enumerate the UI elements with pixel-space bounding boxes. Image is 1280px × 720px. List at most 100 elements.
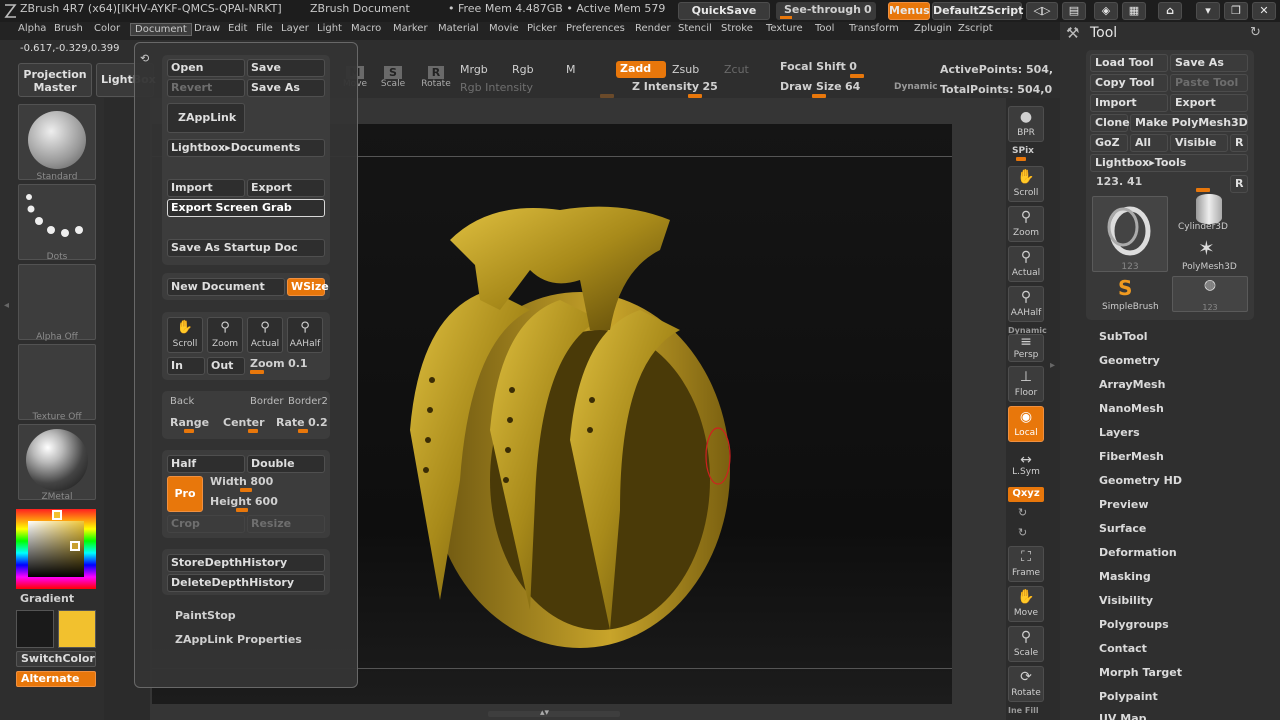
minimize-icon[interactable]: ▾ <box>1196 2 1220 20</box>
height-slider[interactable]: Height 600 <box>210 495 278 508</box>
menu-movie[interactable]: Movie <box>489 23 519 34</box>
lightbox-tools-button[interactable]: Lightbox▸Tools <box>1090 154 1248 172</box>
switchcolor-button[interactable]: SwitchColor <box>16 651 96 667</box>
goz-button[interactable]: GoZ <box>1090 134 1128 152</box>
layers-section[interactable]: Layers <box>1099 426 1140 439</box>
zoom-out-button[interactable]: Out <box>207 357 245 375</box>
double-button[interactable]: Double <box>247 455 325 473</box>
half-button[interactable]: Half <box>167 455 245 473</box>
doc-scroll-button[interactable]: ✋ Scroll <box>167 317 203 353</box>
zcut-button[interactable]: Zcut <box>724 63 749 76</box>
rotate-z-icon[interactable]: ↻ <box>1018 526 1027 539</box>
zadd-button[interactable]: Zadd <box>616 61 666 78</box>
simplebrush-icon[interactable]: S <box>1118 276 1132 300</box>
scroll-view-button[interactable]: ✋ Scroll <box>1008 166 1044 202</box>
save-as-startup-doc-button[interactable]: Save As Startup Doc <box>167 239 325 257</box>
alpha-thumbnail[interactable] <box>18 264 96 340</box>
scale-button[interactable]: S Scale <box>380 66 406 96</box>
quicksave-button[interactable]: QuickSave <box>678 2 770 20</box>
rotate-button[interactable]: R Rotate <box>420 66 452 96</box>
menu-light[interactable]: Light <box>317 23 342 34</box>
doc-zoom-slider[interactable]: Zoom 0.1 <box>250 357 308 370</box>
actual-view-button[interactable]: ⚲ Actual <box>1008 246 1044 282</box>
delete-depth-history-button[interactable]: DeleteDepthHistory <box>167 574 325 592</box>
range-slider[interactable]: Range <box>170 416 209 429</box>
export-button[interactable]: Export <box>247 179 325 197</box>
zoom-in-button[interactable]: In <box>167 357 205 375</box>
masking-section[interactable]: Masking <box>1099 570 1151 583</box>
zoom-view-button[interactable]: ⚲ Zoom <box>1008 206 1044 242</box>
main-color-swatch[interactable] <box>16 610 54 648</box>
rate-thumb[interactable] <box>298 429 308 433</box>
open-button[interactable]: Open <box>167 59 245 77</box>
restore-icon[interactable]: ❐ <box>1224 2 1248 20</box>
color-marker[interactable] <box>70 541 80 551</box>
tool-r-button[interactable]: R <box>1230 175 1248 193</box>
contact-section[interactable]: Contact <box>1099 642 1147 655</box>
paste-tool-button[interactable]: Paste Tool <box>1170 74 1248 92</box>
gradient-button[interactable]: Gradient <box>20 592 74 605</box>
menu-texture[interactable]: Texture <box>766 23 803 34</box>
lightbox-documents-button[interactable]: Lightbox▸Documents <box>167 139 325 157</box>
menu-material[interactable]: Material <box>438 23 479 34</box>
menu-preferences[interactable]: Preferences <box>566 23 625 34</box>
resize-button[interactable]: Resize <box>247 515 325 533</box>
doc-aahalf-button[interactable]: ⚲ AAHalf <box>287 317 323 353</box>
pro-button[interactable]: Pro <box>167 476 203 512</box>
paintstop-submenu[interactable]: PaintStop <box>175 609 236 622</box>
frame-button[interactable]: ⛶ Frame <box>1008 546 1044 582</box>
menu-tool[interactable]: Tool <box>815 23 834 34</box>
menu-transform[interactable]: Transform <box>849 23 899 34</box>
center-thumb[interactable] <box>248 429 258 433</box>
polygroups-section[interactable]: Polygroups <box>1099 618 1169 631</box>
default-zscript-button[interactable]: DefaultZScript <box>932 2 1023 20</box>
rate-slider[interactable]: Rate 0.2 <box>276 416 328 429</box>
menu-marker[interactable]: Marker <box>393 23 428 34</box>
menu-brush[interactable]: Brush <box>54 23 83 34</box>
lsym-button[interactable]: ↔ L.Sym <box>1008 453 1044 480</box>
local-button[interactable]: ◉ Local <box>1008 406 1044 442</box>
deformation-section[interactable]: Deformation <box>1099 546 1177 559</box>
right-collapse-icon[interactable]: ▸ <box>1050 360 1055 371</box>
save-as-tool-button[interactable]: Save As <box>1170 54 1248 72</box>
material-thumbnail[interactable] <box>18 424 96 500</box>
layout-icon[interactable]: ▤ <box>1062 2 1086 20</box>
range-thumb[interactable] <box>184 429 194 433</box>
rgb-intensity-slider[interactable]: Rgb Intensity <box>460 81 533 94</box>
center-slider[interactable]: Center <box>223 416 265 429</box>
menu-render[interactable]: Render <box>635 23 671 34</box>
visibility-section[interactable]: Visibility <box>1099 594 1153 607</box>
left-collapse-icon[interactable]: ◂ <box>4 300 12 380</box>
make-polymesh-button[interactable]: Make PolyMesh3D <box>1130 114 1248 132</box>
z-intensity-slider[interactable]: Z Intensity 25 <box>632 80 718 93</box>
arraymesh-section[interactable]: ArrayMesh <box>1099 378 1165 391</box>
tool-pin-icon[interactable]: ⚒ <box>1066 24 1079 42</box>
texture-thumbnail[interactable] <box>18 344 96 420</box>
spix-slider[interactable]: SPix <box>1012 146 1034 156</box>
floor-button[interactable]: ⊥ Floor <box>1008 366 1044 402</box>
goz-r-button[interactable]: R <box>1230 134 1248 152</box>
new-document-button[interactable]: New Document <box>167 278 285 296</box>
width-slider[interactable]: Width 800 <box>210 475 273 488</box>
menu-picker[interactable]: Picker <box>527 23 557 34</box>
width-thumb[interactable] <box>240 488 252 492</box>
m-button[interactable]: M <box>566 63 576 76</box>
popup-pin-icon[interactable]: ⟲ <box>140 52 149 65</box>
surface-section[interactable]: Surface <box>1099 522 1146 535</box>
current-tool-thumb[interactable] <box>1196 188 1210 192</box>
clone-button[interactable]: Clone <box>1090 114 1130 132</box>
save-button[interactable]: Save <box>247 59 325 77</box>
goz-visible-button[interactable]: Visible <box>1170 134 1228 152</box>
subtool-section[interactable]: SubTool <box>1099 330 1148 343</box>
menu-edit[interactable]: Edit <box>228 23 247 34</box>
layout-icon-3[interactable]: ▦ <box>1122 2 1146 20</box>
see-through-slider[interactable]: See-through 0 <box>776 2 876 20</box>
zapplink-properties-submenu[interactable]: ZAppLink Properties <box>175 633 302 646</box>
zapplink-button[interactable]: ZAppLink <box>167 103 245 133</box>
menu-layer[interactable]: Layer <box>281 23 309 34</box>
focal-shift-thumb[interactable] <box>850 74 864 78</box>
copy-tool-button[interactable]: Copy Tool <box>1090 74 1168 92</box>
secondary-color-swatch[interactable] <box>58 610 96 648</box>
projection-master-button[interactable]: Projection Master <box>18 63 92 97</box>
geometry-hd-section[interactable]: Geometry HD <box>1099 474 1182 487</box>
